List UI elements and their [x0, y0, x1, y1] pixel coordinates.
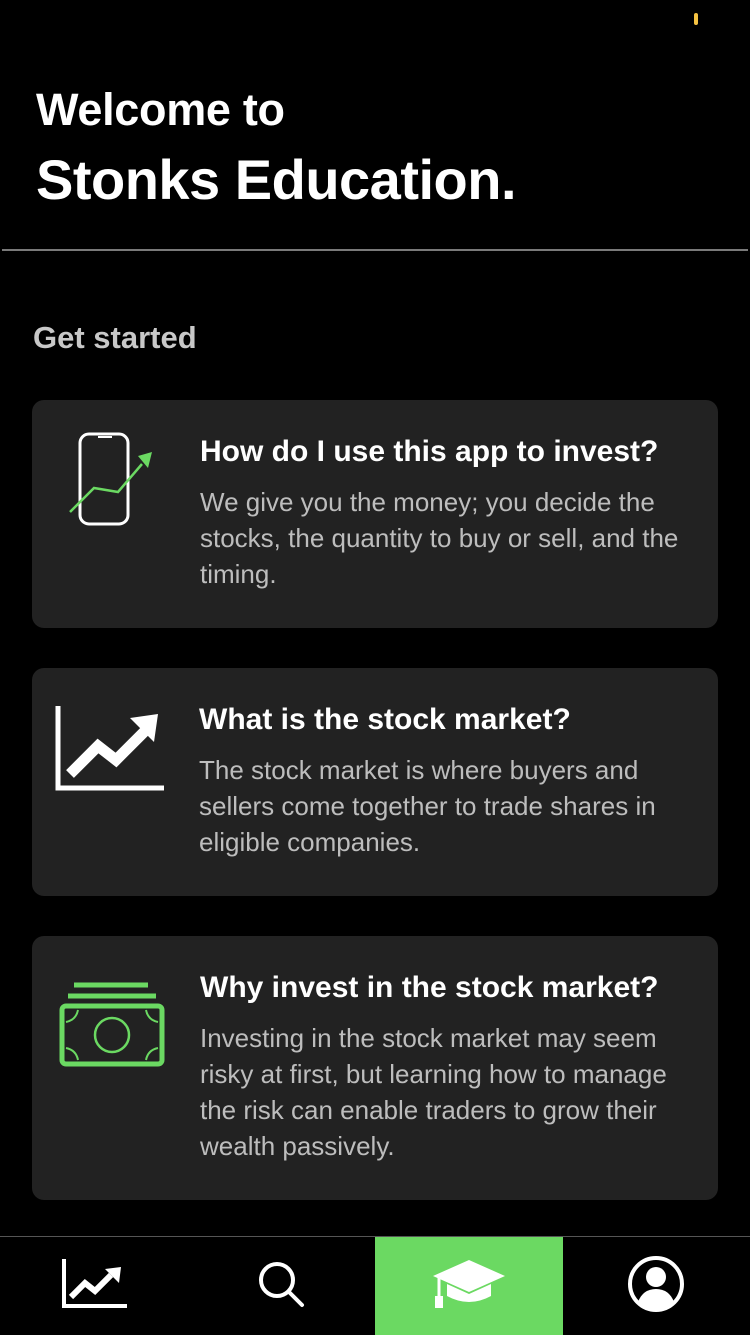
card-text: Why invest in the stock market? Investin…	[200, 970, 694, 1164]
card-title: What is the stock market?	[199, 702, 694, 738]
search-icon	[257, 1260, 305, 1313]
status-indicator	[694, 13, 698, 25]
card-description: The stock market is where buyers and sel…	[199, 752, 694, 860]
phone-trend-icon	[68, 432, 158, 533]
page-title: Stonks Education.	[36, 148, 726, 212]
tab-search[interactable]	[188, 1237, 376, 1335]
tab-education[interactable]	[375, 1237, 563, 1335]
card-what-is-market[interactable]: What is the stock market? The stock mark…	[32, 668, 718, 896]
graduation-cap-icon	[431, 1258, 507, 1315]
header: Welcome to Stonks Education.	[36, 84, 726, 212]
card-how-to-invest[interactable]: How do I use this app to invest? We give…	[32, 400, 718, 628]
profile-icon	[627, 1255, 685, 1318]
card-title: Why invest in the stock market?	[200, 970, 694, 1006]
tab-portfolio[interactable]	[0, 1237, 188, 1335]
tab-profile[interactable]	[563, 1237, 750, 1335]
welcome-text: Welcome to	[36, 84, 726, 136]
trending-chart-icon	[54, 706, 168, 797]
card-why-invest[interactable]: Why invest in the stock market? Investin…	[32, 936, 718, 1200]
card-description: Investing in the stock market may seem r…	[200, 1020, 694, 1164]
header-divider	[2, 249, 748, 251]
money-stack-icon	[58, 980, 168, 1075]
chart-icon	[61, 1259, 127, 1314]
card-text: How do I use this app to invest? We give…	[200, 434, 694, 592]
card-text: What is the stock market? The stock mark…	[199, 702, 694, 860]
card-description: We give you the money; you decide the st…	[200, 484, 694, 592]
card-title: How do I use this app to invest?	[200, 434, 694, 470]
section-title: Get started	[33, 320, 197, 356]
tab-bar	[0, 1236, 750, 1335]
